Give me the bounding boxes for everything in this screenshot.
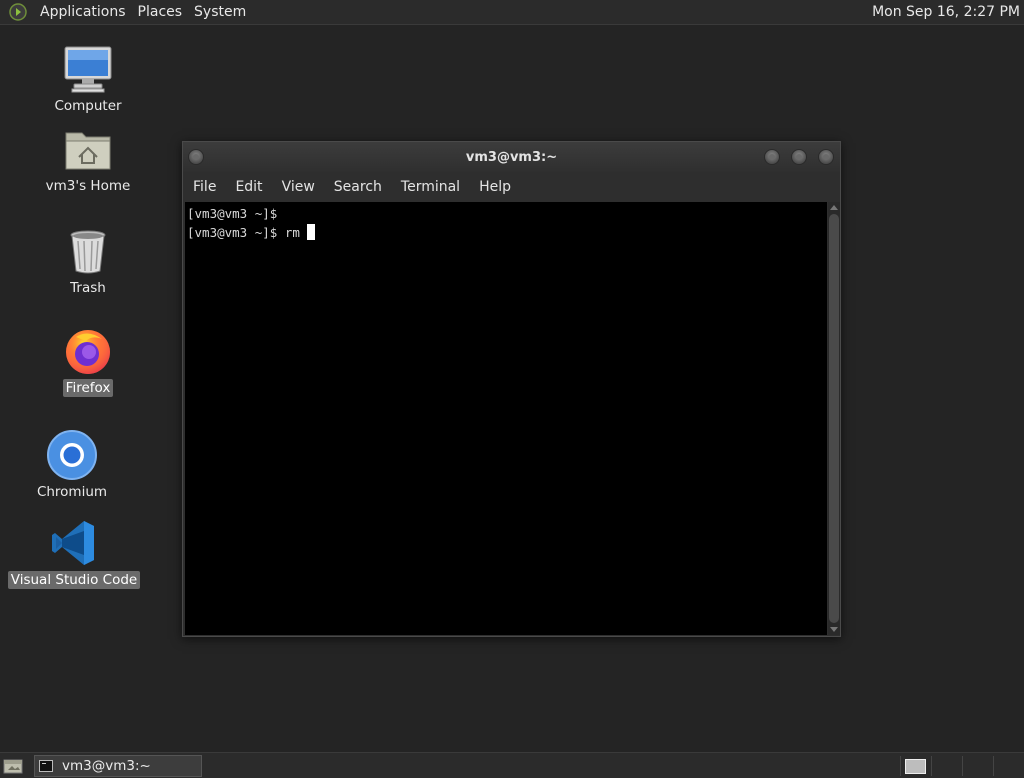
desktop-icon-label: Trash xyxy=(70,280,106,296)
show-desktop-icon[interactable] xyxy=(3,758,23,774)
window-title: vm3@vm3:~ xyxy=(465,149,558,165)
minimize-button[interactable] xyxy=(764,149,780,165)
applications-menu[interactable]: Applications xyxy=(34,4,132,20)
desktop-icon-label: Computer xyxy=(54,98,122,114)
menu-search[interactable]: Search xyxy=(328,179,388,195)
window-menu-button[interactable] xyxy=(188,149,204,165)
text-cursor xyxy=(306,223,315,240)
menu-edit[interactable]: Edit xyxy=(229,179,268,195)
desktop-icon-vscode[interactable]: Visual Studio Code xyxy=(7,517,141,589)
desktop-icon-trash[interactable]: Trash xyxy=(23,225,153,297)
desktop-icon-label: Firefox xyxy=(62,379,114,397)
desktop-icon-firefox[interactable]: Firefox xyxy=(23,325,153,397)
menu-help[interactable]: Help xyxy=(473,179,517,195)
terminal-titlebar[interactable]: vm3@vm3:~ xyxy=(183,142,840,172)
top-panel: Applications Places System Mon Sep 16, 2… xyxy=(0,0,1024,25)
terminal-scrollbar[interactable] xyxy=(828,202,840,635)
terminal-icon xyxy=(39,760,53,772)
desktop-icon-label: Chromium xyxy=(36,484,108,500)
workspace-2[interactable] xyxy=(931,756,962,776)
taskbar-label: vm3@vm3:~ xyxy=(62,758,151,774)
home-folder-icon xyxy=(62,123,114,175)
scroll-up-icon[interactable] xyxy=(830,205,838,210)
desktop-icon-home[interactable]: vm3's Home xyxy=(23,123,153,195)
scrollbar-thumb[interactable] xyxy=(829,214,839,623)
places-menu[interactable]: Places xyxy=(132,4,189,20)
terminal-menubar: File Edit View Search Terminal Help xyxy=(183,172,840,202)
menu-file[interactable]: File xyxy=(187,179,222,195)
desktop-icon-label: vm3's Home xyxy=(45,178,131,194)
chromium-icon xyxy=(46,429,98,481)
menu-view[interactable]: View xyxy=(276,179,321,195)
firefox-icon xyxy=(62,325,114,377)
maximize-button[interactable] xyxy=(791,149,807,165)
desktop-icon-label: Visual Studio Code xyxy=(7,571,141,589)
workspace-3[interactable] xyxy=(962,756,993,776)
terminal-output[interactable]: [vm3@vm3 ~]$ [vm3@vm3 ~]$ rm xyxy=(185,202,827,635)
terminal-line-current: [vm3@vm3 ~]$ rm xyxy=(187,223,825,243)
desktop-icon-computer[interactable]: Computer xyxy=(23,43,153,115)
bottom-panel: vm3@vm3:~ xyxy=(0,752,1024,778)
terminal-line: [vm3@vm3 ~]$ xyxy=(187,206,278,221)
desktop-icon-chromium[interactable]: Chromium xyxy=(7,429,137,501)
vscode-icon xyxy=(48,517,100,569)
gnome-foot-icon[interactable] xyxy=(9,3,27,21)
terminal-window[interactable]: vm3@vm3:~ File Edit View Search Terminal… xyxy=(182,141,841,637)
scroll-down-icon[interactable] xyxy=(830,627,838,632)
workspace-4[interactable] xyxy=(993,756,1024,776)
computer-icon xyxy=(62,43,114,95)
system-menu[interactable]: System xyxy=(188,4,252,20)
menu-terminal[interactable]: Terminal xyxy=(395,179,466,195)
taskbar-terminal-button[interactable]: vm3@vm3:~ xyxy=(34,755,202,777)
close-button[interactable] xyxy=(818,149,834,165)
trash-icon xyxy=(62,225,114,277)
terminal-line-text: [vm3@vm3 ~]$ rm xyxy=(187,224,300,240)
workspace-1[interactable] xyxy=(900,756,931,776)
workspace-switcher[interactable] xyxy=(900,756,1024,776)
clock[interactable]: Mon Sep 16, 2:27 PM xyxy=(872,4,1020,20)
